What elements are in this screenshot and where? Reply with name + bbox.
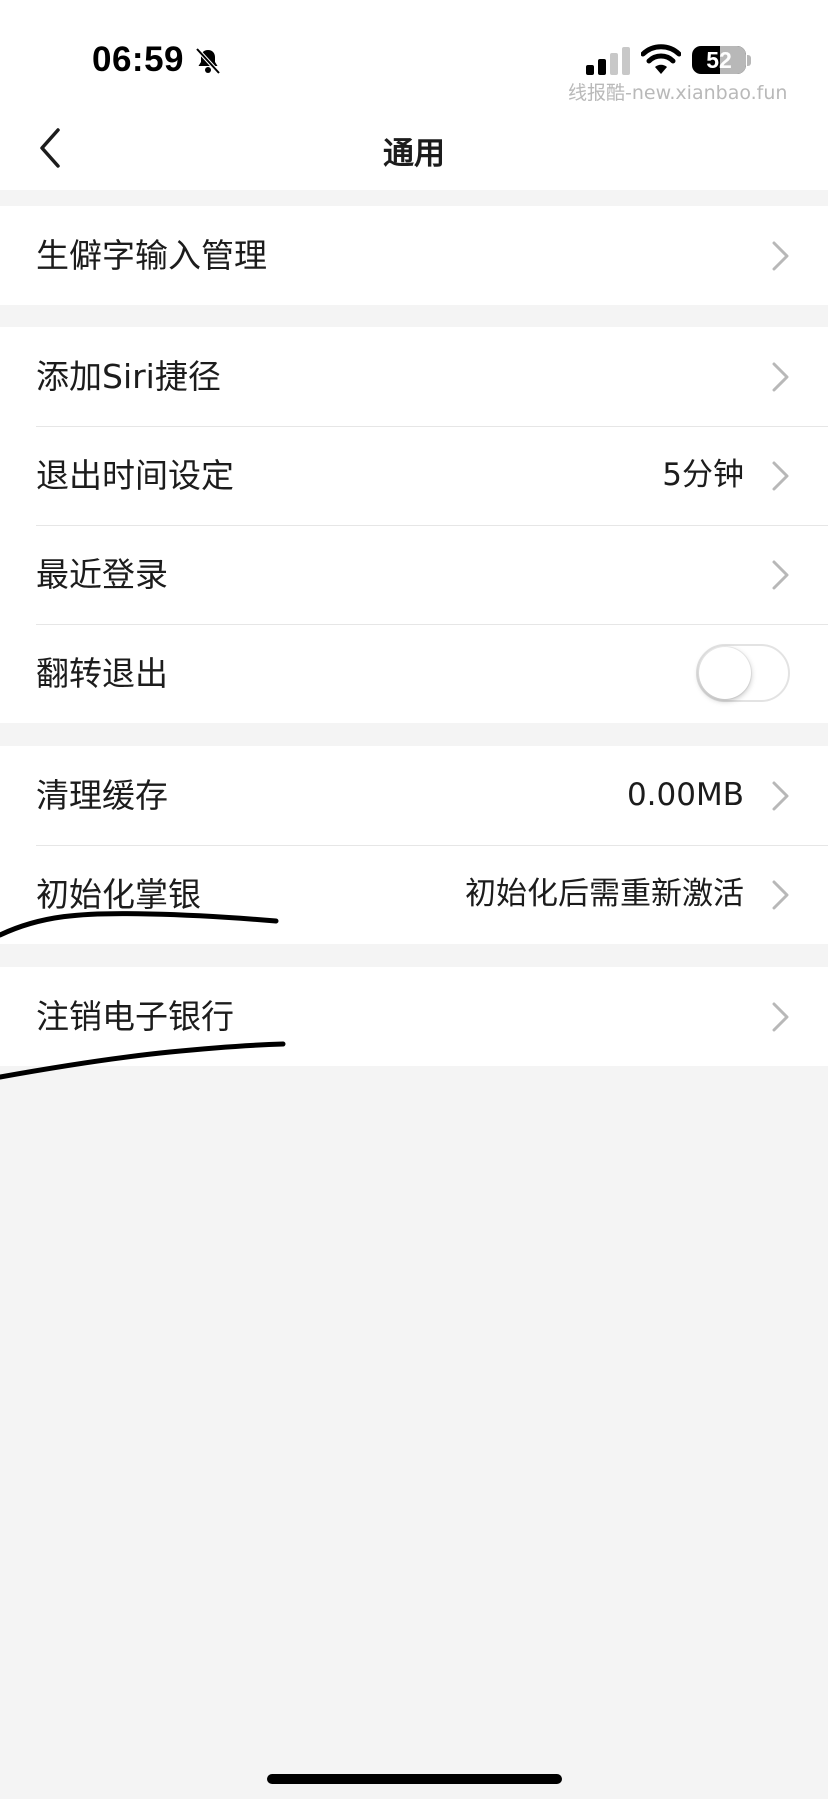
row-flip-to-logout: 翻转退出 (0, 624, 828, 723)
settings-group-input: 生僻字输入管理 (0, 206, 828, 305)
flip-logout-toggle[interactable] (696, 644, 790, 702)
row-value: 初始化后需重新激活 (465, 876, 744, 912)
chevron-right-icon (772, 1002, 789, 1032)
chevron-right-icon (772, 560, 789, 590)
chevron-right-icon (772, 362, 789, 392)
chevron-right-icon (772, 781, 789, 811)
settings-group-account: 注销电子银行 (0, 967, 828, 1066)
row-rare-character-input[interactable]: 生僻字输入管理 (0, 206, 828, 305)
settings-group-storage: 清理缓存 0.00MB 初始化掌银 初始化后需重新激活 (0, 746, 828, 944)
watermark-text: 线报酷-new.xianbao.fun (568, 82, 788, 104)
row-label: 生僻字输入管理 (36, 236, 267, 275)
row-clear-cache[interactable]: 清理缓存 0.00MB (0, 746, 828, 845)
row-label: 翻转退出 (36, 654, 168, 693)
row-label: 注销电子银行 (36, 997, 234, 1036)
chevron-right-icon (772, 241, 789, 271)
wifi-icon (641, 44, 681, 74)
row-label: 最近登录 (36, 555, 168, 594)
row-label: 退出时间设定 (36, 456, 234, 495)
page-title: 通用 (383, 136, 445, 172)
chevron-right-icon (772, 880, 789, 910)
row-label: 初始化掌银 (36, 875, 201, 914)
battery-percentage: 52 (706, 47, 732, 73)
row-logout-timeout[interactable]: 退出时间设定 5分钟 (0, 426, 828, 525)
row-value: 5分钟 (662, 457, 744, 493)
row-cancel-e-banking[interactable]: 注销电子银行 (0, 967, 828, 1066)
status-time: 06:59 (92, 40, 185, 79)
row-label: 添加Siri捷径 (36, 357, 221, 396)
row-label: 清理缓存 (36, 776, 168, 815)
battery-tip (747, 55, 751, 66)
toggle-knob (699, 647, 751, 699)
row-value: 0.00MB (626, 777, 744, 813)
row-add-siri-shortcut[interactable]: 添加Siri捷径 (0, 327, 828, 426)
battery-icon: 52 (692, 46, 746, 74)
row-initialize-app[interactable]: 初始化掌银 初始化后需重新激活 (0, 845, 828, 944)
bell-muted-icon (195, 47, 221, 75)
top-bar: 06:59 52 线报酷-new.xianbao.fun 通用 (0, 0, 828, 190)
settings-general-page: 06:59 52 线报酷-new.xianbao.fun 通用 生僻字输入管理 … (0, 0, 828, 1799)
settings-group-security: 添加Siri捷径 退出时间设定 5分钟 最近登录 翻转退出 (0, 327, 828, 723)
cellular-signal-icon (586, 47, 630, 75)
home-indicator[interactable] (267, 1774, 562, 1784)
chevron-right-icon (772, 461, 789, 491)
row-recent-logins[interactable]: 最近登录 (0, 525, 828, 624)
